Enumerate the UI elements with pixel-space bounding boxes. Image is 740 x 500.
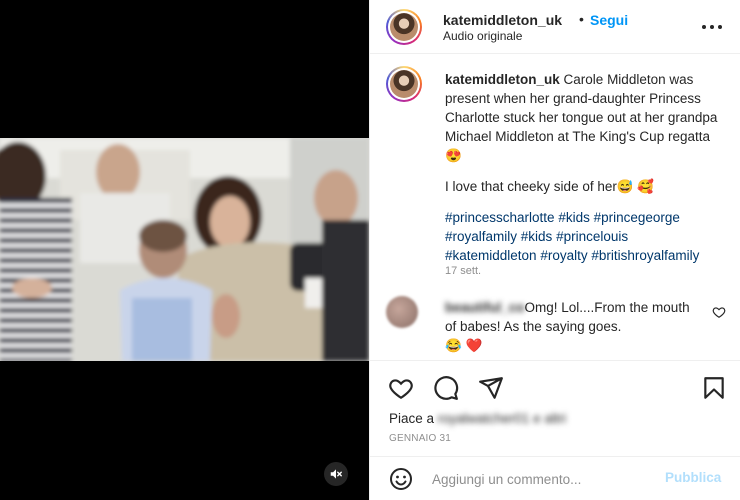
hashtag-link[interactable]: #katemiddleton	[445, 248, 537, 263]
caption-author-avatar[interactable]	[386, 66, 422, 102]
caption-timestamp: 17 sett.	[445, 265, 482, 277]
likes-summary[interactable]: Piace a royalwatcher01 e altri	[389, 411, 566, 426]
hashtag-link[interactable]: #princesscharlotte	[445, 210, 555, 225]
comment-icon[interactable]	[433, 375, 459, 401]
hashtag-link[interactable]: #royalty	[540, 248, 587, 263]
video-frame	[0, 138, 369, 361]
author-username[interactable]: katemiddleton_uk	[443, 12, 562, 28]
hashtag-link[interactable]: #princelouis	[556, 229, 628, 244]
mute-icon	[330, 469, 342, 479]
audio-label[interactable]: Audio originale	[443, 29, 522, 43]
more-options-icon[interactable]	[700, 17, 724, 37]
comment-item: beautiful_coOmg! Lol....From the mouth o…	[445, 298, 701, 355]
publish-button[interactable]: Pubblica	[665, 470, 721, 485]
comment-input[interactable]	[432, 468, 652, 490]
hashtag-link[interactable]: #britishroyalfamily	[591, 248, 699, 263]
likes-prefix: Piace a	[389, 411, 435, 426]
hashtag-link[interactable]: #kids	[521, 229, 553, 244]
caption-username[interactable]: katemiddleton_uk	[445, 72, 560, 87]
comment-emojis: 😂 ❤️	[445, 338, 483, 353]
hashtag-link[interactable]: #princegeorge	[594, 210, 680, 225]
caption-hashtags: #princesscharlotte #kids #princegeorge #…	[445, 208, 723, 265]
commenter-avatar[interactable]	[386, 296, 418, 328]
video-player[interactable]	[0, 138, 369, 361]
hashtag-link[interactable]: #royalfamily	[445, 229, 517, 244]
post-caption: katemiddleton_uk Carole Middleton was pr…	[445, 70, 723, 265]
post-header: katemiddleton_uk • Segui Audio originale	[370, 0, 740, 54]
author-avatar[interactable]	[386, 9, 422, 45]
share-icon[interactable]	[478, 375, 504, 401]
comment-username[interactable]: beautiful_co	[445, 300, 525, 315]
bookmark-icon[interactable]	[701, 375, 727, 401]
comment-like-heart-icon[interactable]	[712, 305, 726, 319]
heart-icon[interactable]	[388, 375, 414, 401]
separator-dot: •	[579, 11, 584, 27]
follow-button[interactable]: Segui	[590, 12, 628, 28]
post-details-panel: katemiddleton_uk • Segui Audio originale…	[369, 0, 740, 500]
post-date: GENNAIO 31	[389, 433, 452, 444]
emoji-icon[interactable]	[389, 467, 413, 491]
hashtag-link[interactable]: #kids	[558, 210, 590, 225]
mute-toggle-button[interactable]	[324, 462, 348, 486]
likes-user[interactable]: royalwatcher01 e altri	[438, 411, 566, 426]
add-comment-bar: Pubblica	[370, 456, 740, 500]
caption-line2: I love that cheeky side of her😅 🥰	[445, 179, 655, 194]
post-media	[0, 0, 369, 500]
